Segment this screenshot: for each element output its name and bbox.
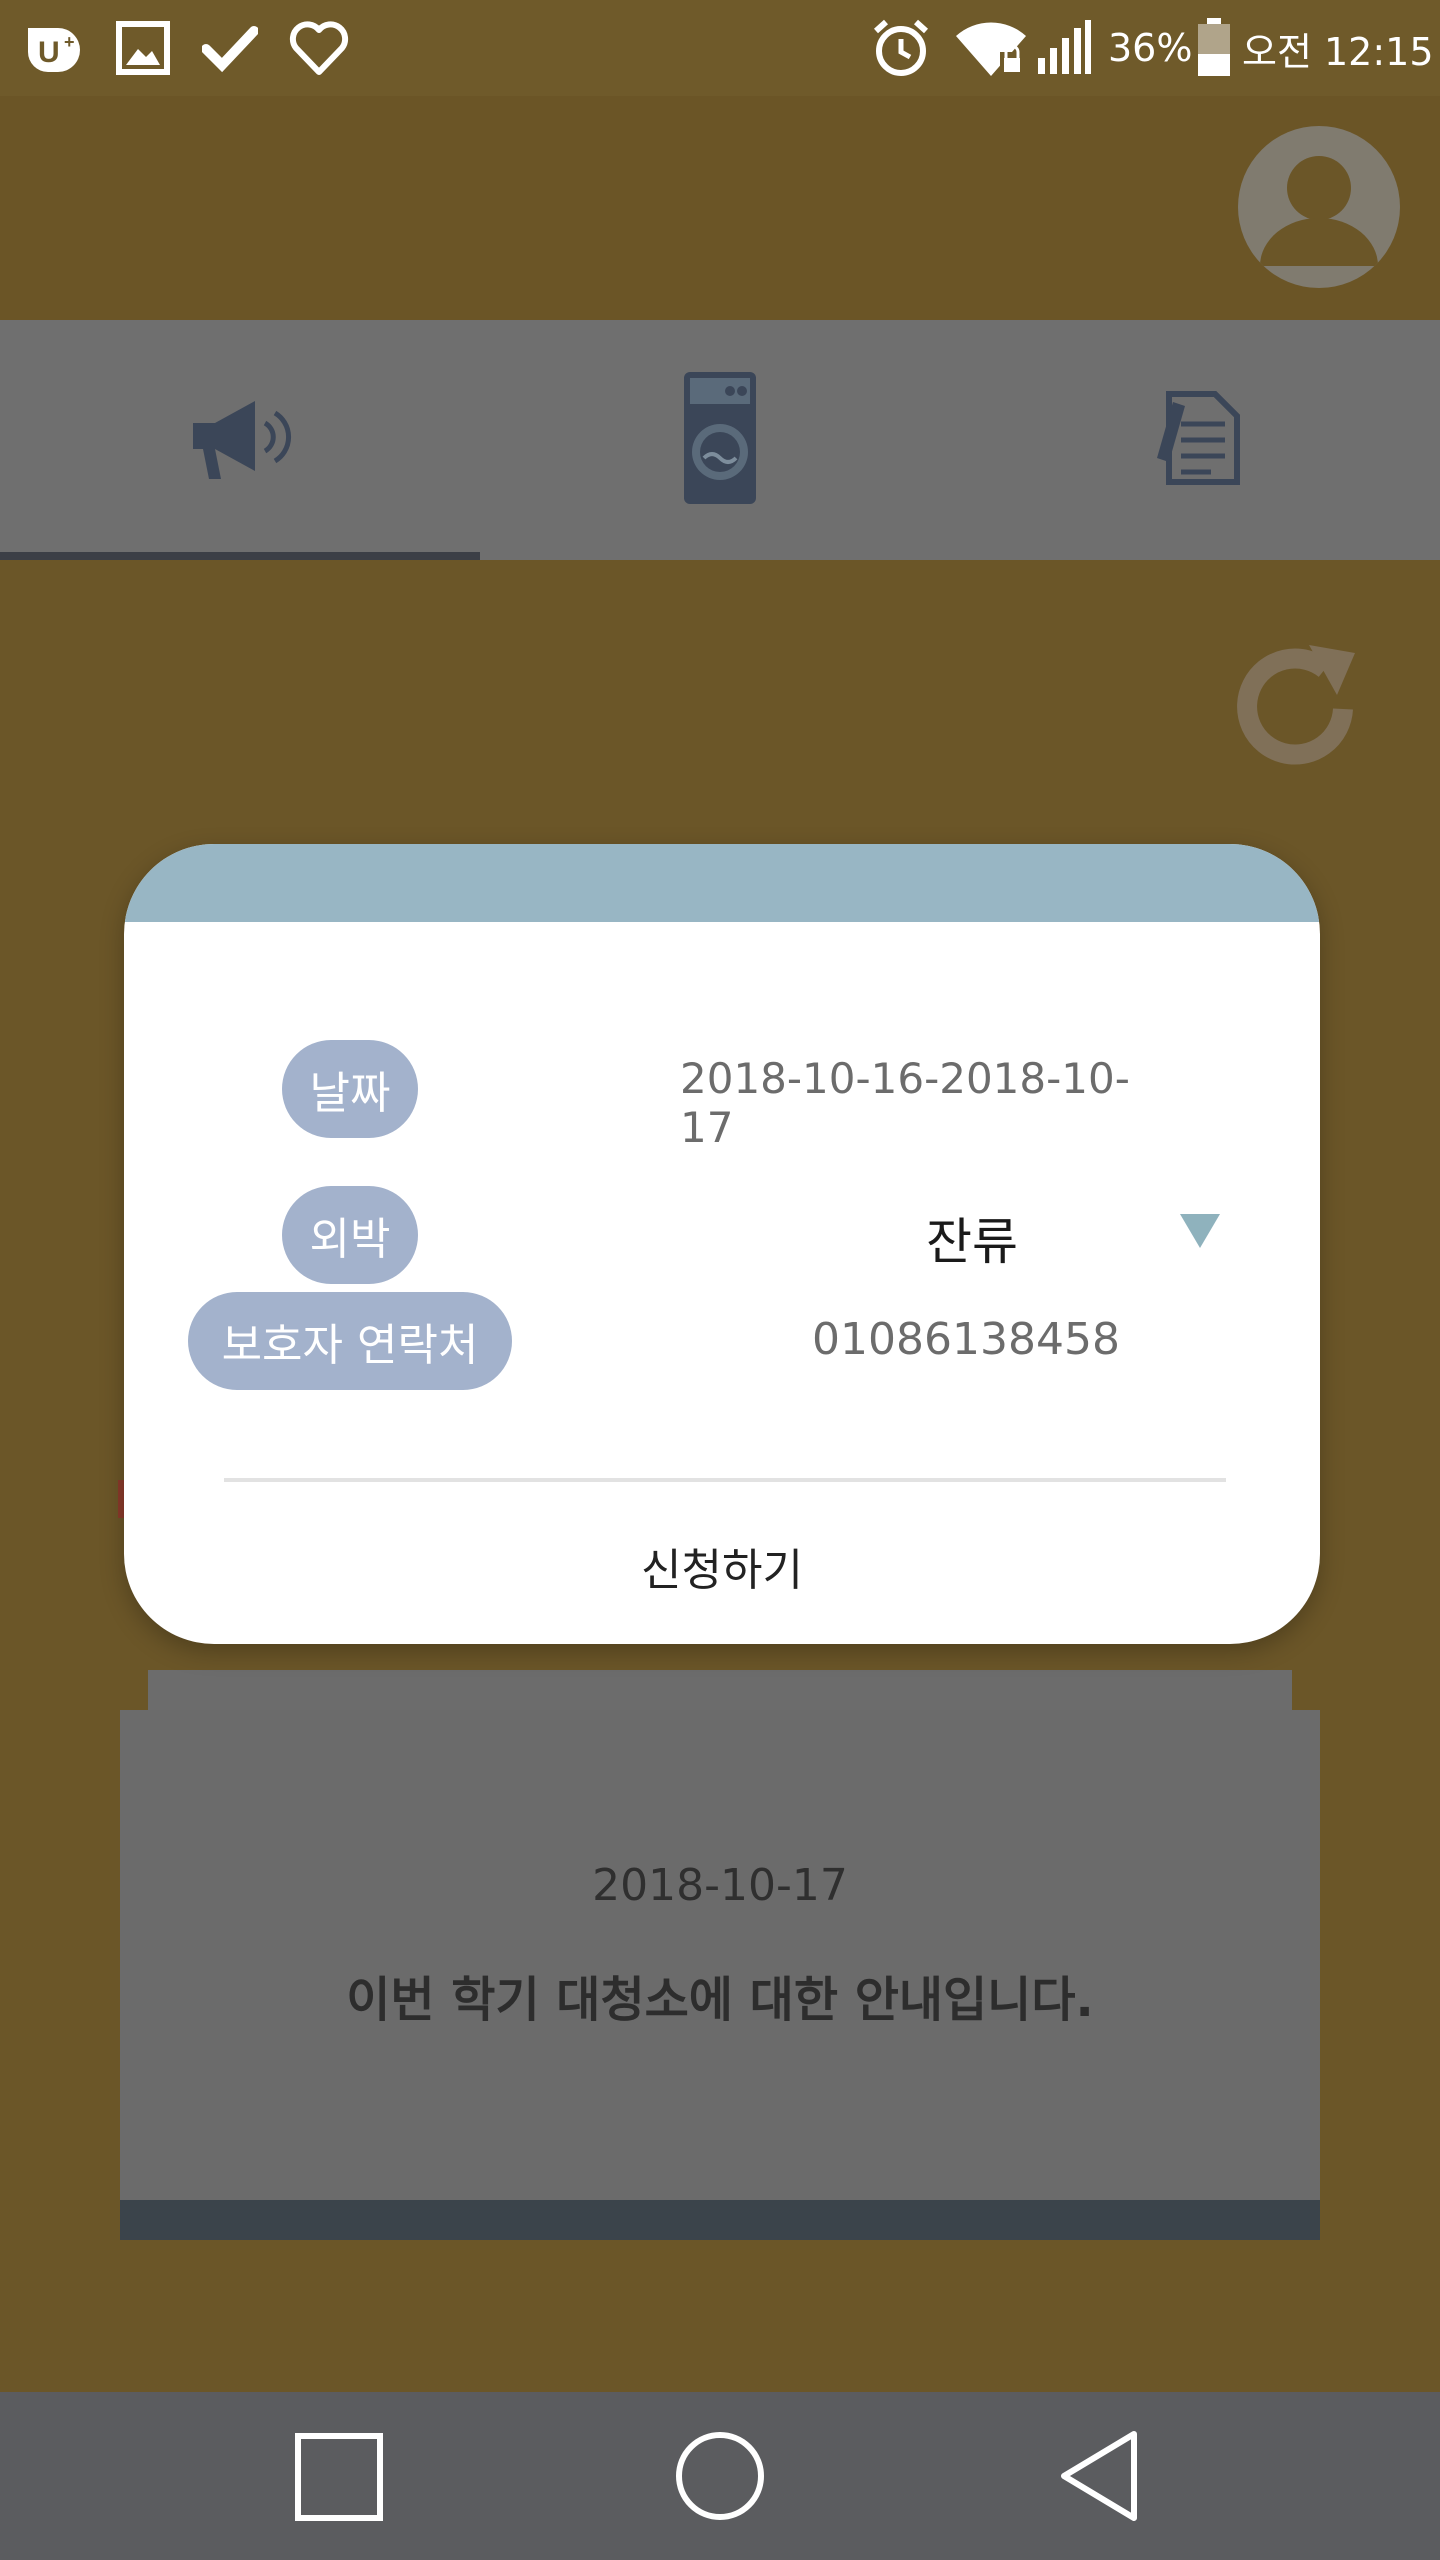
back-icon[interactable] (1058, 2430, 1140, 2526)
app-header (0, 96, 1440, 320)
tab-notice[interactable] (0, 320, 480, 560)
stay-label: 외박 (282, 1186, 418, 1284)
profile-avatar-icon[interactable] (1238, 126, 1400, 288)
notice-date: 2018-10-17 (592, 1860, 848, 1911)
battery-percent: 36% (1108, 26, 1193, 70)
svg-text:+: + (64, 32, 75, 52)
washing-machine-icon (680, 368, 760, 512)
home-icon[interactable] (674, 2430, 766, 2526)
dropdown-arrow-icon (1180, 1214, 1220, 1252)
recent-apps-icon[interactable] (294, 2432, 384, 2526)
submit-button[interactable]: 신청하기 (124, 1534, 1320, 1598)
dialog-divider (224, 1478, 1226, 1482)
megaphone-icon (185, 393, 295, 487)
navigation-bar (0, 2392, 1440, 2560)
tab-indicator (0, 552, 480, 560)
heart-icon (288, 18, 350, 78)
svg-text:U: U (38, 36, 60, 69)
refresh-icon[interactable] (1225, 635, 1370, 780)
overnight-request-dialog: 날짜 2018-10-16-2018-10-17 외박 잔류 보호자 연락처 0… (124, 844, 1320, 1644)
wifi-lock-icon (954, 18, 1028, 78)
uplus-icon: U + (22, 18, 88, 78)
tab-bar (0, 320, 1440, 560)
signal-icon (1036, 18, 1092, 78)
notice-card-stack (148, 1670, 1292, 1710)
notice-card-footer (120, 2200, 1320, 2240)
tab-application[interactable] (960, 320, 1440, 560)
date-label: 날짜 (282, 1040, 418, 1138)
check-icon (202, 18, 258, 78)
status-bar: U + 36% 오전 12:15 (0, 0, 1440, 96)
battery-icon (1196, 18, 1232, 78)
alarm-icon (870, 18, 932, 78)
clock: 오전 12:15 (1242, 29, 1434, 74)
dialog-header (124, 844, 1320, 922)
notice-title: 이번 학기 대청소에 대한 안내입니다. (346, 1972, 1094, 2028)
date-value[interactable]: 2018-10-16-2018-10-17 (680, 1054, 1160, 1152)
guardian-contact-value[interactable]: 01086138458 (812, 1314, 1212, 1365)
tab-laundry[interactable] (480, 320, 960, 560)
stay-select-value: 잔류 (926, 1213, 1018, 1271)
image-icon (116, 18, 170, 78)
document-pen-icon (1155, 388, 1245, 492)
notice-card[interactable]: 2018-10-17 이번 학기 대청소에 대한 안내입니다. (120, 1710, 1320, 2200)
stay-select[interactable]: 잔류 (788, 1194, 1238, 1274)
guardian-contact-label: 보호자 연락처 (188, 1292, 512, 1390)
